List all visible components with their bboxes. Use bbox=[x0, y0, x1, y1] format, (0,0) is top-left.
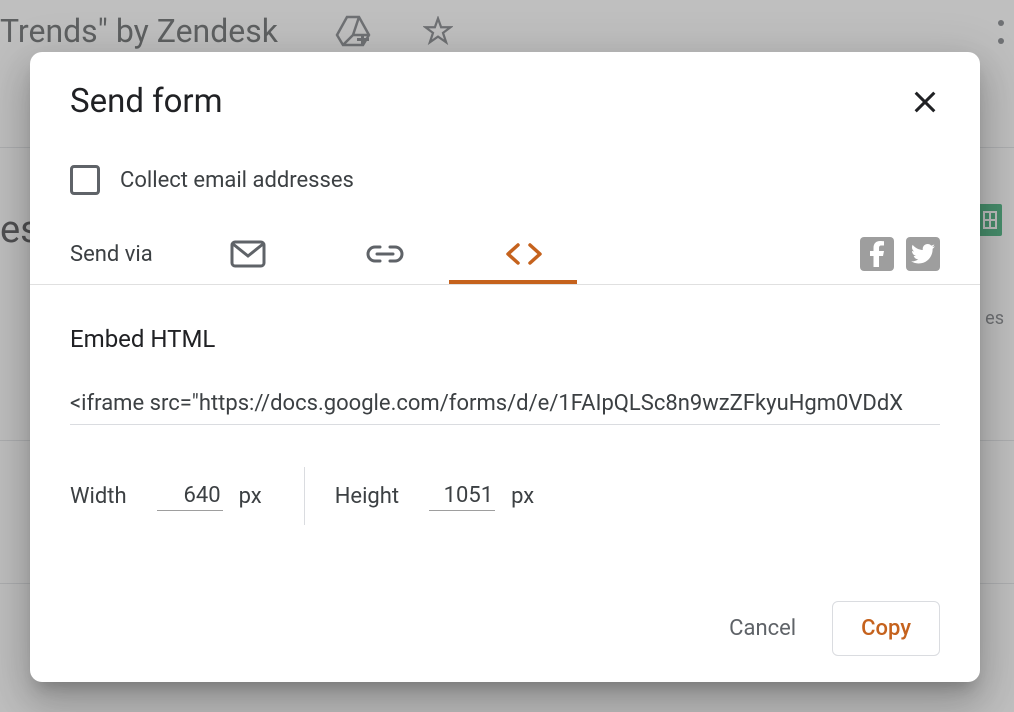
twitter-icon bbox=[911, 244, 935, 264]
dimension-divider bbox=[304, 467, 305, 525]
width-input[interactable] bbox=[157, 481, 223, 511]
height-label: Height bbox=[335, 484, 399, 509]
cancel-button[interactable]: Cancel bbox=[719, 602, 806, 655]
height-input[interactable] bbox=[429, 481, 495, 511]
height-unit: px bbox=[511, 484, 534, 509]
tab-link[interactable] bbox=[366, 236, 404, 272]
close-button[interactable] bbox=[910, 87, 940, 117]
send-via-label: Send via bbox=[70, 242, 230, 267]
embed-code-input[interactable] bbox=[70, 383, 940, 425]
embed-icon bbox=[504, 242, 544, 266]
width-unit: px bbox=[239, 484, 262, 509]
copy-button[interactable]: Copy bbox=[832, 601, 940, 656]
facebook-icon bbox=[869, 241, 885, 267]
link-icon bbox=[366, 244, 404, 264]
collect-emails-label: Collect email addresses bbox=[120, 168, 354, 193]
collect-emails-checkbox[interactable] bbox=[70, 165, 100, 195]
close-icon bbox=[911, 88, 939, 116]
facebook-share-button[interactable] bbox=[860, 237, 894, 271]
send-form-dialog: Send form Collect email addresses Send v… bbox=[30, 52, 980, 682]
active-tab-underline bbox=[449, 280, 577, 284]
twitter-share-button[interactable] bbox=[906, 237, 940, 271]
tab-email[interactable] bbox=[230, 236, 266, 272]
tab-embed[interactable] bbox=[504, 236, 544, 272]
dialog-title: Send form bbox=[70, 82, 223, 121]
embed-html-title: Embed HTML bbox=[70, 325, 940, 353]
email-icon bbox=[230, 240, 266, 268]
width-label: Width bbox=[70, 484, 127, 509]
